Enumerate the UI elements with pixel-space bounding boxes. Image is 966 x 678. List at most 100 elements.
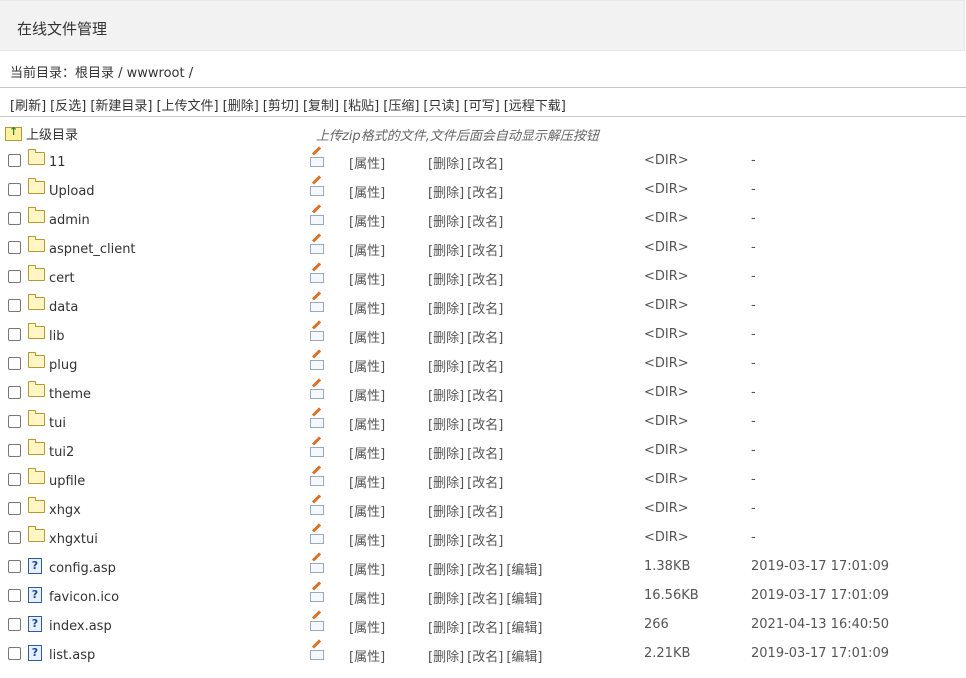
- delete-link[interactable]: [删除]: [428, 273, 464, 288]
- delete-link[interactable]: [删除]: [428, 389, 464, 404]
- toolbar-button[interactable]: [只读]: [423, 99, 459, 114]
- rename-link[interactable]: [改名]: [467, 273, 503, 288]
- attributes-link[interactable]: [属性]: [349, 182, 385, 201]
- toolbar-button[interactable]: [复制]: [303, 99, 339, 114]
- delete-link[interactable]: [删除]: [428, 157, 464, 172]
- toolbar-button[interactable]: [粘贴]: [343, 99, 379, 114]
- delete-link[interactable]: [删除]: [428, 302, 464, 317]
- rename-link[interactable]: [改名]: [467, 447, 503, 462]
- attributes-link[interactable]: [属性]: [349, 240, 385, 259]
- edit-pen-icon[interactable]: [309, 442, 324, 460]
- toolbar-button[interactable]: [压缩]: [383, 99, 419, 114]
- file-name[interactable]: 11: [49, 155, 66, 170]
- delete-link[interactable]: [删除]: [428, 592, 464, 607]
- rename-link[interactable]: [改名]: [467, 331, 503, 346]
- delete-link[interactable]: [删除]: [428, 215, 464, 230]
- edit-pen-icon[interactable]: [309, 558, 324, 576]
- row-checkbox[interactable]: [8, 531, 21, 544]
- rename-link[interactable]: [改名]: [467, 215, 503, 230]
- attributes-link[interactable]: [属性]: [349, 211, 385, 230]
- rename-link[interactable]: [改名]: [467, 563, 503, 578]
- file-name[interactable]: tui2: [49, 445, 74, 460]
- attributes-link[interactable]: [属性]: [349, 414, 385, 433]
- edit-pen-icon[interactable]: [309, 587, 324, 605]
- attributes-link[interactable]: [属性]: [349, 269, 385, 288]
- row-checkbox[interactable]: [8, 647, 21, 660]
- toolbar-button[interactable]: [剪切]: [263, 99, 299, 114]
- toolbar-button[interactable]: [删除]: [223, 99, 259, 114]
- attributes-link[interactable]: [属性]: [349, 617, 385, 636]
- row-checkbox[interactable]: [8, 444, 21, 457]
- attributes-link[interactable]: [属性]: [349, 298, 385, 317]
- row-checkbox[interactable]: [8, 241, 21, 254]
- attributes-link[interactable]: [属性]: [349, 385, 385, 404]
- row-checkbox[interactable]: [8, 473, 21, 486]
- rename-link[interactable]: [改名]: [467, 244, 503, 259]
- rename-link[interactable]: [改名]: [467, 534, 503, 549]
- delete-link[interactable]: [删除]: [428, 621, 464, 636]
- row-checkbox[interactable]: [8, 183, 21, 196]
- delete-link[interactable]: [删除]: [428, 534, 464, 549]
- edit-pen-icon[interactable]: [309, 645, 324, 663]
- edit-pen-icon[interactable]: [309, 210, 324, 228]
- file-name[interactable]: list.asp: [49, 648, 95, 663]
- toolbar-button[interactable]: [新建目录]: [90, 99, 152, 114]
- attributes-link[interactable]: [属性]: [349, 356, 385, 375]
- attributes-link[interactable]: [属性]: [349, 559, 385, 578]
- rename-link[interactable]: [改名]: [467, 186, 503, 201]
- file-name[interactable]: upfile: [49, 474, 85, 489]
- file-name[interactable]: xhgx: [49, 503, 81, 518]
- edit-pen-icon[interactable]: [309, 413, 324, 431]
- file-name[interactable]: config.asp: [49, 561, 116, 576]
- edit-pen-icon[interactable]: [309, 152, 324, 170]
- rename-link[interactable]: [改名]: [467, 418, 503, 433]
- delete-link[interactable]: [删除]: [428, 360, 464, 375]
- row-checkbox[interactable]: [8, 415, 21, 428]
- edit-pen-icon[interactable]: [309, 471, 324, 489]
- delete-link[interactable]: [删除]: [428, 244, 464, 259]
- attributes-link[interactable]: [属性]: [349, 472, 385, 491]
- file-name[interactable]: theme: [49, 387, 91, 402]
- toolbar-button[interactable]: [上传文件]: [156, 99, 218, 114]
- edit-pen-icon[interactable]: [309, 181, 324, 199]
- toolbar-button[interactable]: [可写]: [464, 99, 500, 114]
- edit-pen-icon[interactable]: [309, 384, 324, 402]
- edit-pen-icon[interactable]: [309, 529, 324, 547]
- rename-link[interactable]: [改名]: [467, 592, 503, 607]
- file-name[interactable]: aspnet_client: [49, 242, 136, 257]
- edit-pen-icon[interactable]: [309, 297, 324, 315]
- rename-link[interactable]: [改名]: [467, 389, 503, 404]
- file-name[interactable]: favicon.ico: [49, 590, 119, 605]
- delete-link[interactable]: [删除]: [428, 476, 464, 491]
- row-checkbox[interactable]: [8, 270, 21, 283]
- rename-link[interactable]: [改名]: [467, 476, 503, 491]
- row-checkbox[interactable]: [8, 357, 21, 370]
- rename-link[interactable]: [改名]: [467, 505, 503, 520]
- attributes-link[interactable]: [属性]: [349, 327, 385, 346]
- file-name[interactable]: xhgxtui: [49, 532, 98, 547]
- toolbar-button[interactable]: [远程下载]: [504, 99, 566, 114]
- file-name[interactable]: admin: [49, 213, 90, 228]
- file-name[interactable]: data: [49, 300, 78, 315]
- edit-pen-icon[interactable]: [309, 239, 324, 257]
- attributes-link[interactable]: [属性]: [349, 646, 385, 665]
- attributes-link[interactable]: [属性]: [349, 153, 385, 172]
- attributes-link[interactable]: [属性]: [349, 530, 385, 549]
- row-checkbox[interactable]: [8, 299, 21, 312]
- attributes-link[interactable]: [属性]: [349, 443, 385, 462]
- toolbar-button[interactable]: [刷新]: [10, 99, 46, 114]
- file-name[interactable]: index.asp: [49, 619, 112, 634]
- edit-pen-icon[interactable]: [309, 355, 324, 373]
- edit-link[interactable]: [编辑]: [506, 563, 542, 578]
- delete-link[interactable]: [删除]: [428, 563, 464, 578]
- attributes-link[interactable]: [属性]: [349, 588, 385, 607]
- edit-link[interactable]: [编辑]: [506, 592, 542, 607]
- edit-pen-icon[interactable]: [309, 326, 324, 344]
- edit-pen-icon[interactable]: [309, 616, 324, 634]
- row-checkbox[interactable]: [8, 212, 21, 225]
- row-checkbox[interactable]: [8, 560, 21, 573]
- rename-link[interactable]: [改名]: [467, 650, 503, 665]
- file-name[interactable]: tui: [49, 416, 66, 431]
- toolbar-button[interactable]: [反选]: [50, 99, 86, 114]
- edit-link[interactable]: [编辑]: [506, 621, 542, 636]
